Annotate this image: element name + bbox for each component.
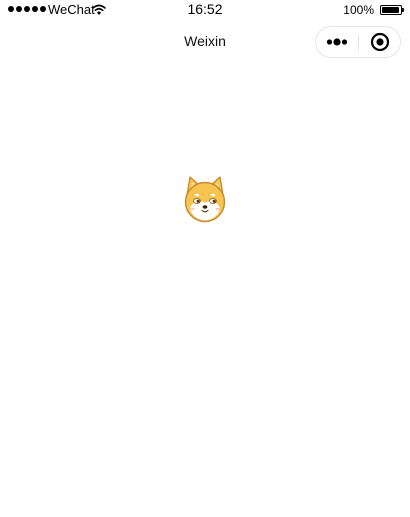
more-button[interactable]	[316, 27, 358, 57]
battery-icon	[380, 5, 404, 15]
more-dots-icon	[326, 38, 348, 46]
status-bar: WeChat 16:52 100%	[0, 0, 410, 20]
target-close-icon	[370, 32, 390, 52]
battery-fill	[382, 7, 399, 13]
nav-bar: Weixin	[0, 20, 410, 64]
battery-percent: 100%	[343, 3, 374, 17]
mini-program-capsule	[315, 26, 401, 58]
shiba-dog-icon	[184, 176, 226, 223]
close-button[interactable]	[359, 27, 401, 57]
